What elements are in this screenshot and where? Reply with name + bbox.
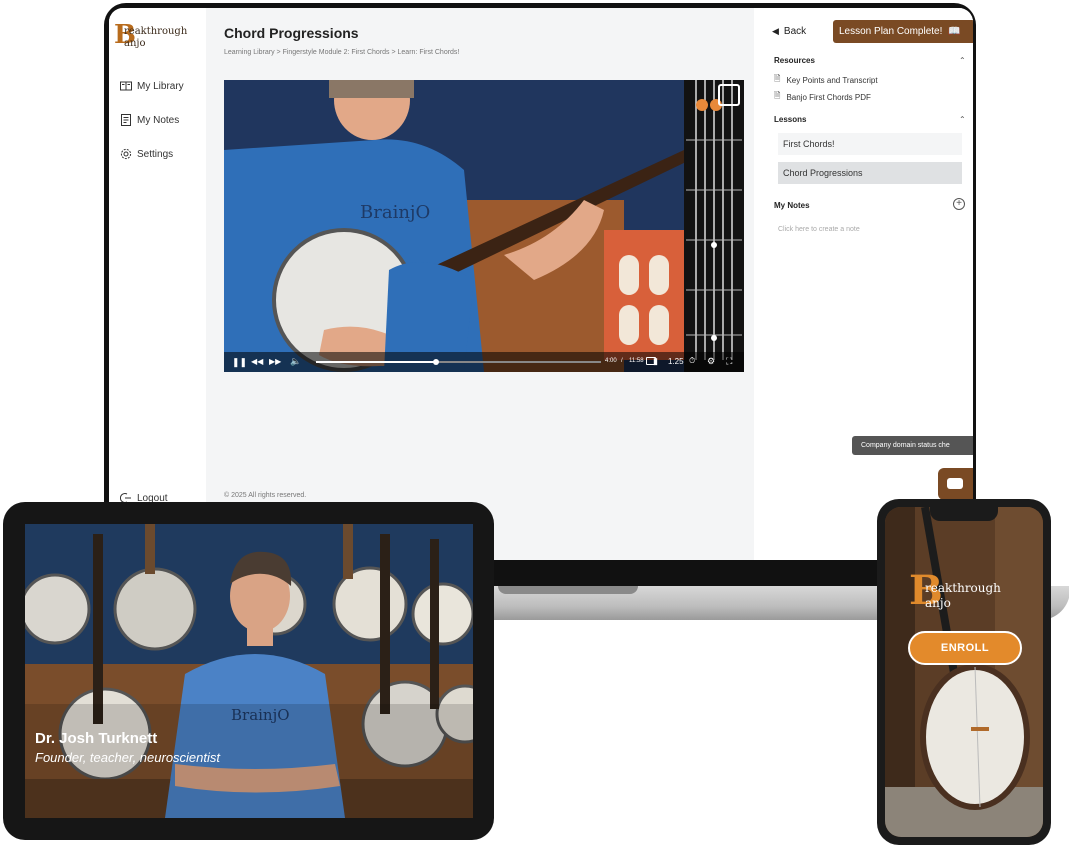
- chat-icon: [947, 478, 963, 489]
- copyright: © 2025 All rights reserved.: [224, 492, 307, 499]
- forward-icon[interactable]: ▶▶: [269, 357, 281, 366]
- playback-speed[interactable]: 1.25: [668, 357, 684, 366]
- video-frame: BrainjO: [224, 80, 744, 372]
- fullscreen-icon[interactable]: ⛶: [726, 356, 732, 367]
- lesson-item-active[interactable]: Chord Progressions: [778, 162, 962, 184]
- video-progress-fill: [316, 361, 436, 363]
- sidebar-item-label: My Library: [137, 80, 184, 92]
- instructor-name: Dr. Josh Turknett: [35, 730, 158, 747]
- lesson-item[interactable]: First Chords!: [778, 133, 962, 155]
- page-title: Chord Progressions: [224, 25, 359, 41]
- sidebar-item-label: Settings: [137, 148, 174, 160]
- time-total: 11:58: [629, 358, 644, 364]
- resource-label: Key Points and Transcript: [786, 75, 878, 85]
- chevron-up-icon[interactable]: ⌃: [959, 115, 966, 124]
- laptop-notch: [498, 586, 638, 594]
- document-icon: 🗎: [774, 91, 781, 100]
- create-note-field[interactable]: Click here to create a note: [778, 226, 860, 233]
- status-tooltip: Company domain status che: [852, 436, 973, 455]
- pause-icon[interactable]: ❚❚: [232, 357, 247, 368]
- video-progress-track[interactable]: [316, 359, 601, 365]
- bookmark-icon[interactable]: ▮: [653, 356, 658, 367]
- open-book-icon: 📖: [948, 26, 961, 37]
- video-progress-handle[interactable]: [432, 359, 439, 365]
- tablet-frame: BrainjO Dr. Josh Turknett Founder, teach…: [3, 502, 494, 840]
- tablet-screen: BrainjO Dr. Josh Turknett Founder, teach…: [25, 524, 473, 818]
- volume-icon[interactable]: 🔈: [290, 356, 301, 367]
- my-notes-heading: My Notes: [774, 201, 810, 210]
- speed-icon[interactable]: ⏱: [689, 356, 695, 366]
- video-settings-icon[interactable]: ⚙: [707, 356, 715, 367]
- back-button[interactable]: ◀ Back: [772, 26, 806, 37]
- phone-logo-line-2: anjo: [925, 596, 951, 610]
- gear-icon: [120, 148, 132, 160]
- brand-watermark-icon: [718, 84, 740, 106]
- resource-link[interactable]: 🗎 Banjo First Chords PDF: [774, 90, 871, 104]
- main-content: Chord Progressions Learning Library > Fi…: [206, 8, 754, 560]
- laptop-screen: B reakthrough anjo My Library My Notes S…: [109, 8, 973, 560]
- sidebar-item-label: My Notes: [137, 114, 180, 126]
- rewind-icon[interactable]: ◀◀: [251, 357, 263, 366]
- video-player[interactable]: BrainjO ❚❚ ◀◀ ▶▶ 🔈 4:00 / 11:58 ▮ 1.25 ⏱…: [224, 80, 744, 372]
- video-controls: ❚❚ ◀◀ ▶▶ 🔈 4:00 / 11:58 ▮ 1.25 ⏱ ⚙ ⛶: [224, 352, 744, 372]
- phone-notch: [930, 507, 998, 521]
- logo-line-2: anjo: [124, 38, 146, 49]
- enroll-button[interactable]: ENROLL: [908, 631, 1022, 665]
- back-label: Back: [783, 26, 807, 37]
- phone-logo-line-1: reakthrough: [925, 581, 1001, 595]
- device-mockup: B reakthrough anjo My Library My Notes S…: [0, 0, 1069, 849]
- chat-button[interactable]: [938, 468, 973, 500]
- sidebar: B reakthrough anjo My Library My Notes S…: [109, 8, 206, 560]
- sidebar-item-settings[interactable]: Settings: [120, 148, 173, 160]
- banjo-photo: [885, 507, 1043, 837]
- instructor-photo: BrainjO: [25, 524, 473, 818]
- brand-logo[interactable]: B reakthrough anjo: [114, 20, 200, 54]
- instructor-role: Founder, teacher, neuroscientist: [35, 750, 221, 765]
- resource-link[interactable]: 🗎 Key Points and Transcript: [774, 73, 878, 87]
- notes-icon: [121, 114, 131, 126]
- phone-frame: B reakthrough anjo ENROLL: [877, 499, 1051, 845]
- sidebar-item-my-notes[interactable]: My Notes: [120, 114, 179, 126]
- sidebar-item-my-library[interactable]: My Library: [120, 80, 184, 92]
- resource-label: Banjo First Chords PDF: [786, 92, 871, 102]
- breadcrumb[interactable]: Learning Library > Fingerstyle Module 2:…: [224, 49, 459, 56]
- add-note-icon[interactable]: +: [953, 198, 965, 210]
- document-icon: 🗎: [774, 74, 781, 83]
- lesson-plan-complete-button[interactable]: Lesson Plan Complete! 📖: [833, 20, 973, 43]
- time-current: 4:00: [605, 358, 617, 364]
- shirt-text: BrainjO: [360, 202, 430, 223]
- phone-screen: B reakthrough anjo ENROLL: [885, 507, 1043, 837]
- caret-left-icon: ◀: [772, 26, 779, 36]
- resources-heading: Resources: [774, 56, 815, 65]
- lessons-heading: Lessons: [774, 115, 807, 124]
- complete-button-label: Lesson Plan Complete!: [839, 26, 943, 37]
- book-icon: [120, 81, 132, 91]
- chevron-up-icon[interactable]: ⌃: [959, 56, 966, 65]
- logo-line-1: reakthrough: [124, 26, 188, 37]
- time-separator: /: [621, 358, 623, 364]
